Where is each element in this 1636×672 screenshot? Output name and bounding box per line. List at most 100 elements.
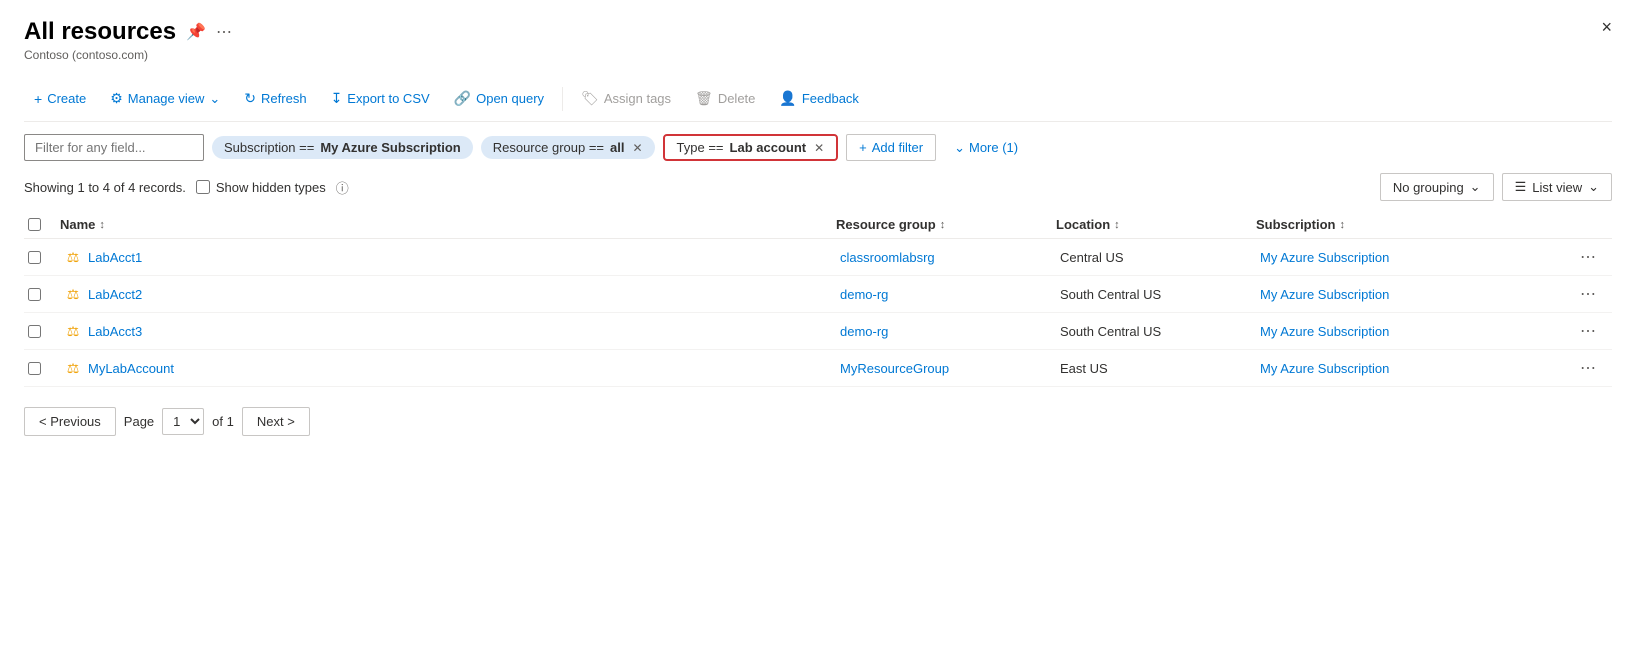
- resource-name-link[interactable]: LabAcct3: [88, 324, 142, 339]
- row-location-cell: East US: [1056, 361, 1256, 376]
- row-actions-button[interactable]: ⋯: [1576, 284, 1612, 304]
- page-header: All resources 📌 ⋯: [24, 18, 1612, 46]
- show-hidden-types-checkbox[interactable]: [196, 180, 210, 194]
- toolbar-separator: [562, 87, 563, 111]
- add-filter-button[interactable]: + Add filter: [846, 134, 936, 161]
- close-button[interactable]: ×: [1601, 18, 1612, 36]
- subscription-link[interactable]: My Azure Subscription: [1260, 250, 1389, 265]
- row-subscription-cell: My Azure Subscription: [1256, 250, 1576, 265]
- previous-button[interactable]: < Previous: [24, 407, 116, 436]
- row-location-cell: Central US: [1056, 250, 1256, 265]
- delete-icon: 🗑: [695, 90, 713, 107]
- filter-row: Subscription == My Azure Subscription Re…: [24, 134, 1612, 161]
- row-actions-button[interactable]: ⋯: [1576, 358, 1612, 378]
- row-actions-button[interactable]: ⋯: [1576, 247, 1612, 267]
- lab-account-icon: ⚖: [64, 248, 82, 266]
- subscription-link[interactable]: My Azure Subscription: [1260, 287, 1389, 302]
- show-hidden-types-label[interactable]: Show hidden types: [196, 180, 326, 195]
- resource-group-link[interactable]: demo-rg: [840, 287, 888, 302]
- row-checkbox-cell: [24, 288, 60, 301]
- open-query-button[interactable]: 🔗 Open query: [444, 84, 554, 113]
- resource-group-filter-value: all: [610, 140, 624, 155]
- column-header-resource-group[interactable]: Resource group ↕: [836, 217, 1056, 232]
- type-filter-label: Type ==: [677, 140, 724, 155]
- row-name-cell: ⚖ LabAcct2: [60, 285, 836, 303]
- lab-account-icon: ⚖: [64, 359, 82, 377]
- column-header-location[interactable]: Location ↕: [1056, 217, 1256, 232]
- row-select-checkbox[interactable]: [28, 251, 41, 264]
- row-name-cell: ⚖ LabAcct3: [60, 322, 836, 340]
- tag-icon: 🏷: [581, 90, 599, 107]
- list-view-dropdown[interactable]: ☰ List view ⌄: [1502, 173, 1612, 201]
- pin-icon[interactable]: 📌: [186, 22, 206, 42]
- info-icon[interactable]: ⓘ: [336, 178, 349, 197]
- chevron-down-icon: ⌄: [1588, 179, 1599, 195]
- row-select-checkbox[interactable]: [28, 362, 41, 375]
- row-resource-group-cell: demo-rg: [836, 287, 1056, 302]
- resource-group-link[interactable]: demo-rg: [840, 324, 888, 339]
- row-resource-group-cell: MyResourceGroup: [836, 361, 1056, 376]
- pagination: < Previous Page 1 of 1 Next >: [24, 387, 1612, 446]
- of-label: of 1: [212, 414, 234, 429]
- subscription-filter-label: Subscription ==: [224, 140, 314, 155]
- create-button[interactable]: + Create: [24, 85, 96, 113]
- settings-icon: ⚙: [110, 90, 123, 107]
- row-checkbox-cell: [24, 362, 60, 375]
- next-button[interactable]: Next >: [242, 407, 310, 436]
- resource-group-link[interactable]: classroomlabsrg: [840, 250, 935, 265]
- row-location-cell: South Central US: [1056, 287, 1256, 302]
- add-filter-icon: +: [859, 140, 867, 155]
- row-select-checkbox[interactable]: [28, 288, 41, 301]
- resource-group-link[interactable]: MyResourceGroup: [840, 361, 949, 376]
- page-subtitle: Contoso (contoso.com): [24, 48, 1612, 62]
- page-select[interactable]: 1: [162, 408, 204, 435]
- row-location-cell: South Central US: [1056, 324, 1256, 339]
- delete-button[interactable]: 🗑 Delete: [685, 84, 765, 113]
- resource-group-filter-tag[interactable]: Resource group == all ✕: [481, 136, 655, 159]
- sort-icon-name: ↕: [99, 219, 105, 231]
- chevron-down-icon: ⌄: [1470, 179, 1481, 195]
- options-row: Showing 1 to 4 of 4 records. Show hidden…: [24, 173, 1612, 201]
- type-filter-close-icon[interactable]: ✕: [814, 141, 824, 155]
- query-icon: 🔗: [454, 90, 471, 107]
- type-filter-tag[interactable]: Type == Lab account ✕: [663, 134, 839, 161]
- resource-name-link[interactable]: LabAcct1: [88, 250, 142, 265]
- row-actions-button[interactable]: ⋯: [1576, 321, 1612, 341]
- table-row: ⚖ MyLabAccount MyResourceGroup East US M…: [24, 350, 1612, 387]
- row-subscription-cell: My Azure Subscription: [1256, 287, 1576, 302]
- chevron-down-icon: ⌄: [954, 140, 965, 156]
- refresh-button[interactable]: ↻ Refresh: [234, 84, 316, 113]
- select-all-checkbox[interactable]: [28, 218, 41, 231]
- sort-icon-subscription: ↕: [1339, 219, 1345, 231]
- column-header-subscription[interactable]: Subscription ↕: [1256, 217, 1576, 232]
- lab-account-icon: ⚖: [64, 322, 82, 340]
- filter-input[interactable]: [24, 134, 204, 161]
- row-subscription-cell: My Azure Subscription: [1256, 324, 1576, 339]
- header-checkbox-cell: [24, 218, 60, 231]
- row-name-cell: ⚖ MyLabAccount: [60, 359, 836, 377]
- export-csv-button[interactable]: ↧ Export to CSV: [321, 84, 440, 113]
- manage-view-button[interactable]: ⚙ Manage view ⌄: [100, 84, 230, 113]
- assign-tags-button[interactable]: 🏷 Assign tags: [571, 84, 681, 113]
- ellipsis-icon[interactable]: ⋯: [216, 22, 232, 42]
- feedback-button[interactable]: 👤 Feedback: [769, 84, 869, 113]
- no-grouping-dropdown[interactable]: No grouping ⌄: [1380, 173, 1494, 201]
- subscription-filter-value: My Azure Subscription: [320, 140, 460, 155]
- subscription-link[interactable]: My Azure Subscription: [1260, 361, 1389, 376]
- toolbar: + Create ⚙ Manage view ⌄ ↻ Refresh ↧ Exp…: [24, 76, 1612, 122]
- list-view-icon: ☰: [1515, 179, 1527, 195]
- resource-name-link[interactable]: LabAcct2: [88, 287, 142, 302]
- column-header-name[interactable]: Name ↕: [60, 217, 836, 232]
- subscription-link[interactable]: My Azure Subscription: [1260, 324, 1389, 339]
- resource-group-filter-close-icon[interactable]: ✕: [632, 141, 642, 155]
- row-checkbox-cell: [24, 251, 60, 264]
- resource-name-link[interactable]: MyLabAccount: [88, 361, 174, 376]
- options-left: Showing 1 to 4 of 4 records. Show hidden…: [24, 178, 349, 197]
- row-select-checkbox[interactable]: [28, 325, 41, 338]
- download-icon: ↧: [331, 90, 343, 107]
- page-label: Page: [124, 414, 154, 429]
- more-filters-button[interactable]: ⌄ More (1): [944, 135, 1028, 161]
- table-row: ⚖ LabAcct1 classroomlabsrg Central US My…: [24, 239, 1612, 276]
- resource-group-filter-label: Resource group ==: [493, 140, 604, 155]
- subscription-filter-tag[interactable]: Subscription == My Azure Subscription: [212, 136, 473, 159]
